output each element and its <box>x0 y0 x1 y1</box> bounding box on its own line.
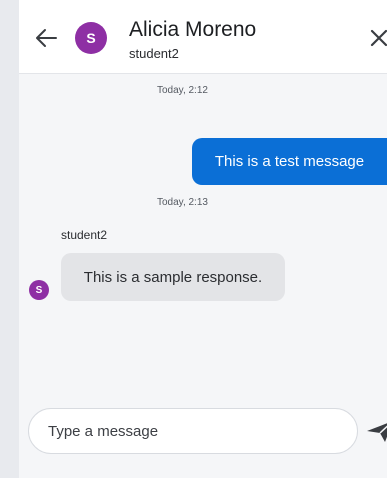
back-arrow-icon[interactable] <box>34 27 58 49</box>
chat-panel: S Alicia Moreno student2 Today, 2:12 Thi… <box>19 0 387 478</box>
send-icon[interactable] <box>365 418 387 444</box>
outgoing-message-bubble: This is a test message <box>192 138 387 185</box>
message-timestamp: Today, 2:13 <box>157 197 208 208</box>
message-input[interactable] <box>48 421 338 441</box>
message-input-box[interactable] <box>28 408 358 454</box>
incoming-message-bubble: This is a sample response. <box>61 253 285 301</box>
close-icon[interactable] <box>369 28 387 48</box>
contact-avatar: S <box>75 22 107 54</box>
sender-name: student2 <box>61 228 108 242</box>
contact-name: Alicia Moreno <box>129 18 257 41</box>
sender-avatar: S <box>29 280 49 300</box>
chat-header: S Alicia Moreno student2 <box>19 0 387 74</box>
message-timestamp: Today, 2:12 <box>157 85 208 96</box>
contact-username: student2 <box>129 46 179 61</box>
